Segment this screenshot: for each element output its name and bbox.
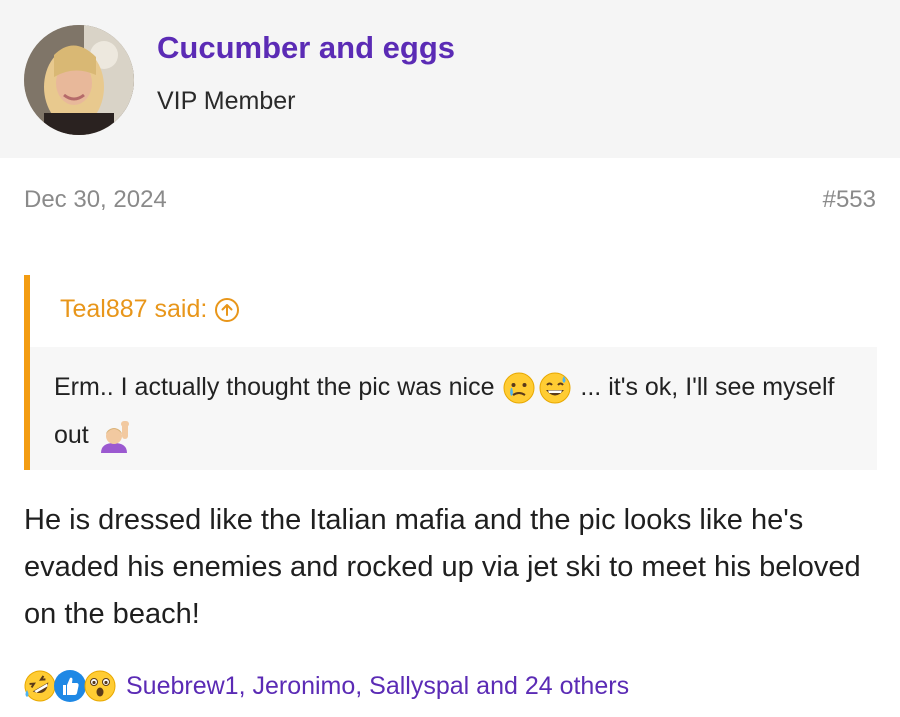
arrow-up-circle-icon[interactable] [215, 297, 240, 322]
quote-body: Erm.. I actually thought the pic was nic… [30, 347, 877, 470]
wow-icon[interactable] [82, 668, 118, 704]
crying-face-emoji [502, 371, 536, 405]
avatar[interactable] [24, 25, 134, 135]
user-title: VIP Member [157, 87, 296, 115]
quote-author-label: Teal887 said: [60, 295, 208, 323]
avatar-image [24, 25, 134, 135]
post-number[interactable]: #553 [823, 186, 876, 214]
username[interactable]: Cucumber and eggs [157, 30, 455, 66]
reactions-bar[interactable]: Suebrew1, Jeronimo, Sallyspal and 24 oth… [22, 666, 629, 706]
reaction-users-link[interactable]: Suebrew1, Jeronimo, Sallyspal and 24 oth… [126, 672, 629, 701]
person-raising-hand-emoji [97, 419, 131, 454]
quote-text: Erm.. I actually thought the pic was nic… [54, 363, 854, 459]
quote-author-link[interactable]: Teal887 said: [60, 295, 240, 324]
post-header: Cucumber and eggs VIP Member [0, 0, 900, 158]
quote-text-part1: Erm.. I actually thought the pic was nic… [54, 373, 495, 401]
quote-header: Teal887 said: [30, 275, 877, 347]
quote-block: Teal887 said: Erm.. I actually thought t… [24, 275, 877, 470]
grinning-sweat-emoji [538, 371, 572, 405]
post-date[interactable]: Dec 30, 2024 [24, 186, 167, 214]
post-message: He is dressed like the Italian mafia and… [24, 504, 861, 630]
